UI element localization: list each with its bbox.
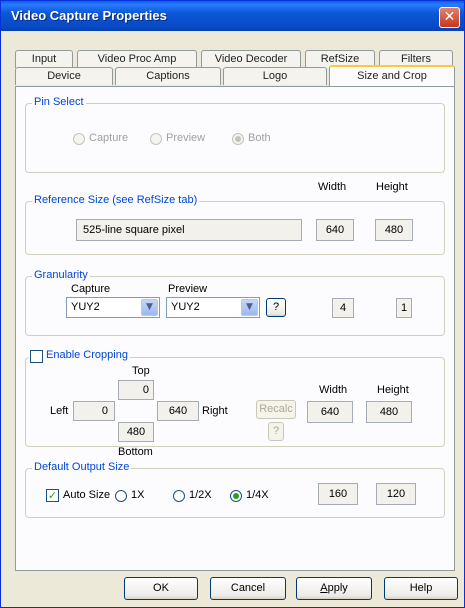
crop-help-button[interactable]: ? <box>268 422 284 441</box>
help-button[interactable]: Help <box>384 577 458 600</box>
apply-button[interactable]: Apply <box>296 577 372 600</box>
crop-top-field[interactable]: 0 <box>118 380 154 400</box>
close-icon: ✕ <box>443 9 456 25</box>
ok-button[interactable]: OK <box>124 577 198 600</box>
output-size-group: Default Output Size ✓ Auto Size 1X 1/2X … <box>25 461 445 518</box>
crop-bottom-label: Bottom <box>118 446 153 458</box>
granularity-preview-value: YUY2 <box>171 301 200 313</box>
radio-dot <box>233 493 239 499</box>
crop-height-field: 480 <box>366 401 412 423</box>
title-bar[interactable]: Video Capture Properties ✕ <box>1 1 464 31</box>
auto-size-label: Auto Size <box>63 489 111 501</box>
reference-size-legend: Reference Size (see RefSize tab) <box>32 194 200 206</box>
granularity-capture-label: Capture <box>71 283 111 295</box>
output-quarter-label: 1/4X <box>246 489 269 501</box>
window-title: Video Capture Properties <box>11 8 167 23</box>
tab-video-decoder[interactable]: Video Decoder <box>201 50 301 68</box>
crop-height-header: Height <box>377 384 409 396</box>
pin-select-group: Pin Select Capture Preview Both <box>25 96 445 173</box>
close-button[interactable]: ✕ <box>439 7 460 28</box>
crop-left-label: Left <box>50 405 69 417</box>
ref-height-header: Height <box>376 181 408 193</box>
output-width-field: 160 <box>318 483 358 505</box>
tab-input[interactable]: Input <box>15 50 73 68</box>
granularity-group: Granularity Capture Preview YUY2 ▼ YUY2 … <box>25 269 445 336</box>
tab-video-proc-amp[interactable]: Video Proc Amp <box>77 50 197 68</box>
output-quarter-radio[interactable] <box>230 490 242 502</box>
chevron-down-icon[interactable]: ▼ <box>241 299 258 316</box>
granularity-height-field: 1 <box>396 298 412 318</box>
granularity-preview-select[interactable]: YUY2 ▼ <box>166 297 260 318</box>
ref-width-header: Width <box>318 181 347 193</box>
granularity-width-field: 4 <box>332 298 354 318</box>
granularity-help-button[interactable]: ? <box>266 298 286 317</box>
pin-both-label: Both <box>248 132 271 144</box>
cropping-legend: Enable Cropping <box>28 349 130 361</box>
tab-size-and-crop[interactable]: Size and Crop <box>329 65 455 86</box>
crop-top-label: Top <box>132 365 150 377</box>
ref-width-field: 640 <box>316 219 354 241</box>
output-half-radio[interactable] <box>173 490 185 502</box>
apply-mnemonic: A <box>320 582 328 594</box>
granularity-capture-value: YUY2 <box>71 301 100 313</box>
reference-size-group: Reference Size (see RefSize tab) 525-lin… <box>25 194 445 255</box>
crop-width-field: 640 <box>307 401 353 423</box>
pin-preview-radio[interactable] <box>150 133 162 145</box>
output-1x-radio[interactable] <box>115 490 127 502</box>
output-half-label: 1/2X <box>189 489 212 501</box>
cancel-button[interactable]: Cancel <box>210 577 286 600</box>
chevron-down-icon[interactable]: ▼ <box>141 299 158 316</box>
pin-capture-label: Capture <box>89 132 129 144</box>
pin-preview-label: Preview <box>166 132 206 144</box>
ref-height-field: 480 <box>375 219 413 241</box>
size-and-crop-panel: Pin Select Capture Preview Both Width He… <box>15 86 455 571</box>
tab-device[interactable]: Device <box>15 67 113 85</box>
granularity-legend: Granularity <box>32 269 90 281</box>
radio-dot <box>235 136 241 142</box>
pin-select-legend: Pin Select <box>32 96 86 108</box>
output-size-legend: Default Output Size <box>32 461 132 473</box>
reference-size-field: 525-line square pixel <box>76 219 302 241</box>
pin-both-radio[interactable] <box>232 133 244 145</box>
dialog-window: Video Capture Properties ✕ Input Video P… <box>0 0 465 608</box>
granularity-capture-select[interactable]: YUY2 ▼ <box>66 297 160 318</box>
output-height-field: 120 <box>376 483 416 505</box>
apply-label-rest: pply <box>327 582 348 594</box>
crop-right-field[interactable]: 640 <box>157 401 199 421</box>
pin-capture-radio[interactable] <box>73 133 85 145</box>
tab-logo[interactable]: Logo <box>223 67 327 85</box>
enable-cropping-checkbox[interactable] <box>30 350 43 363</box>
auto-size-checkbox[interactable]: ✓ <box>46 489 59 502</box>
output-1x-label: 1X <box>131 489 145 501</box>
cropping-group: Enable Cropping Top 0 Left 0 480 640 Rig… <box>25 349 445 458</box>
tab-captions[interactable]: Captions <box>115 67 221 85</box>
crop-bottom-field[interactable]: 480 <box>118 422 154 442</box>
crop-right-label: Right <box>202 405 228 417</box>
recalc-button[interactable]: Recalc <box>256 400 296 419</box>
crop-width-header: Width <box>319 384 348 396</box>
crop-left-field[interactable]: 0 <box>73 401 115 421</box>
granularity-preview-label: Preview <box>168 283 208 295</box>
